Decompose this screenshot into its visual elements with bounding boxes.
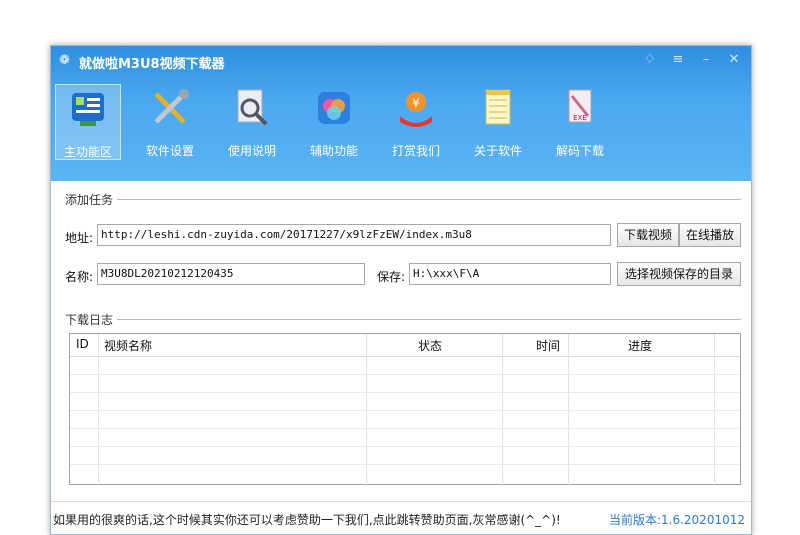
name-label: 名称: xyxy=(65,270,94,284)
main-function-icon xyxy=(72,93,104,126)
tab-donate[interactable]: ¥ 打赏我们 xyxy=(383,84,449,160)
column-header-progress[interactable]: 进度 xyxy=(628,337,652,354)
tab-label: 打赏我们 xyxy=(391,144,440,158)
row-divider xyxy=(70,428,740,429)
save-label: 保存: xyxy=(377,270,406,284)
tab-label: 解码下载 xyxy=(555,144,604,158)
status-bar: 如果用的很爽的话,这个时候其实你还可以考虑赞助一下我们,点此跳转赞助页面,灰常感… xyxy=(51,501,751,534)
row-divider xyxy=(70,392,740,393)
tab-label: 辅助功能 xyxy=(309,144,358,158)
svg-text:¥: ¥ xyxy=(412,96,420,110)
window-title: 就做啦M3U8视频下载器 xyxy=(79,57,225,72)
minimize-icon[interactable]: – xyxy=(697,52,715,67)
column-header-time[interactable]: 时间 xyxy=(536,337,560,354)
tab-label: 软件设置 xyxy=(145,144,194,158)
play-online-button[interactable]: 在线播放 xyxy=(679,223,741,247)
download-video-button[interactable]: 下载视频 xyxy=(617,223,679,247)
app-logo-icon: ❁ xyxy=(59,53,70,68)
add-task-title: 添加任务 xyxy=(65,193,114,207)
table-header: ID 视频名称 状态 时间 进度 xyxy=(70,334,740,357)
column-header-name[interactable]: 视频名称 xyxy=(104,337,152,354)
download-log-table: ID 视频名称 状态 时间 进度 xyxy=(69,333,741,486)
address-label: 地址: xyxy=(65,231,94,245)
menu-icon[interactable]: ≡ xyxy=(669,52,687,67)
column-header-status[interactable]: 状态 xyxy=(418,337,442,354)
row-divider xyxy=(70,446,740,447)
donate-icon: ¥ xyxy=(400,92,432,127)
tab-main-function[interactable]: 主功能区 xyxy=(55,84,121,160)
column-header-id[interactable]: ID xyxy=(76,337,89,351)
notepad-icon xyxy=(485,89,511,125)
tab-about[interactable]: 关于软件 xyxy=(465,84,531,160)
tab-decode-download[interactable]: EXE 解码下载 xyxy=(547,84,613,160)
save-path-input[interactable]: H:\xxx\F\A xyxy=(409,263,611,285)
tab-settings[interactable]: 软件设置 xyxy=(137,84,203,160)
tab-assist[interactable]: 辅助功能 xyxy=(301,84,367,160)
svg-text:EXE: EXE xyxy=(573,114,587,122)
close-icon[interactable]: ✕ xyxy=(725,52,743,67)
tab-label: 主功能区 xyxy=(63,145,112,159)
divider xyxy=(117,319,741,320)
tab-label: 使用说明 xyxy=(227,144,276,158)
choose-directory-button[interactable]: 选择视频保存的目录 xyxy=(617,262,741,286)
app-window: ❁ 就做啦M3U8视频下载器 ♢ ≡ – ✕ 主功能区 软件设置 使用说明 辅助… xyxy=(50,45,752,535)
assist-icon xyxy=(318,92,350,124)
name-input[interactable]: M3U8DL20210212120435 xyxy=(97,263,365,285)
version-text: 当前版本:1.6.20201012 xyxy=(608,513,745,527)
toolbar: 主功能区 软件设置 使用说明 辅助功能 ¥ 打赏我们 关于软件 EXE 解码下载 xyxy=(55,84,655,164)
exe-icon: EXE xyxy=(568,89,592,123)
tab-instructions[interactable]: 使用说明 xyxy=(219,84,285,160)
tab-label: 关于软件 xyxy=(473,144,522,158)
download-log-title: 下载日志 xyxy=(65,313,114,327)
row-divider xyxy=(70,464,740,465)
divider xyxy=(117,199,741,200)
row-divider xyxy=(70,410,740,411)
title-bar: ❁ 就做啦M3U8视频下载器 ♢ ≡ – ✕ 主功能区 软件设置 使用说明 辅助… xyxy=(51,46,751,181)
address-input[interactable]: http://leshi.cdn-zuyida.com/20171227/x9l… xyxy=(97,224,611,246)
row-divider xyxy=(70,374,740,375)
tools-icon xyxy=(154,89,189,124)
magnifier-icon xyxy=(237,89,268,126)
sponsor-link[interactable]: 如果用的很爽的话,这个时候其实你还可以考虑赞助一下我们,点此跳转赞助页面,灰常感… xyxy=(53,511,561,528)
skin-icon[interactable]: ♢ xyxy=(641,52,659,67)
